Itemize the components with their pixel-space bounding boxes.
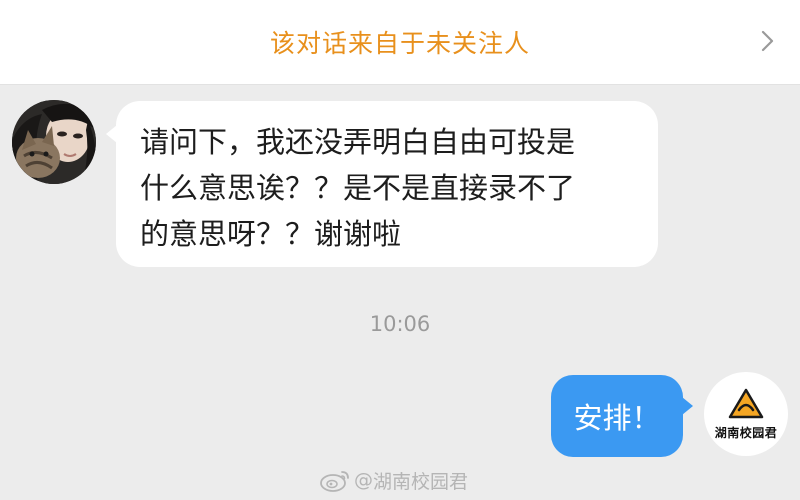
incoming-message-bubble[interactable]: 请问下，我还没弄明白自由可投是 什么意思诶？？是不是直接录不了 的意思呀？？谢谢… xyxy=(106,101,658,267)
weibo-icon xyxy=(320,471,349,492)
watermark-at: @ xyxy=(354,469,373,491)
sender-avatar[interactable] xyxy=(12,100,96,184)
message-line: 请问下，我还没弄明白自由可投是 xyxy=(140,125,576,159)
sender-photo xyxy=(12,100,96,184)
chevron-right-icon xyxy=(761,30,774,52)
watermark-name: 湖南校园君 xyxy=(373,470,469,493)
outgoing-message-text: 安排！ xyxy=(573,401,661,435)
weibo-watermark: @ 湖南校园君 xyxy=(318,466,518,494)
notice-text: 该对话来自于未关注人 xyxy=(269,29,530,58)
account-avatar[interactable]: 湖南校园君 xyxy=(704,372,788,456)
outgoing-message-bubble[interactable]: 安排！ xyxy=(551,375,693,457)
unfollowed-notice-bar[interactable]: 该对话来自于未关注人 xyxy=(0,0,800,85)
message-line: 什么意思诶？？是不是直接录不了 xyxy=(140,171,576,205)
brand-name: 湖南校园君 xyxy=(714,425,778,440)
message-timestamp: 10:06 xyxy=(369,312,431,336)
message-line: 的意思呀？？谢谢啦 xyxy=(140,217,402,251)
brand-logo-icon xyxy=(728,388,764,418)
